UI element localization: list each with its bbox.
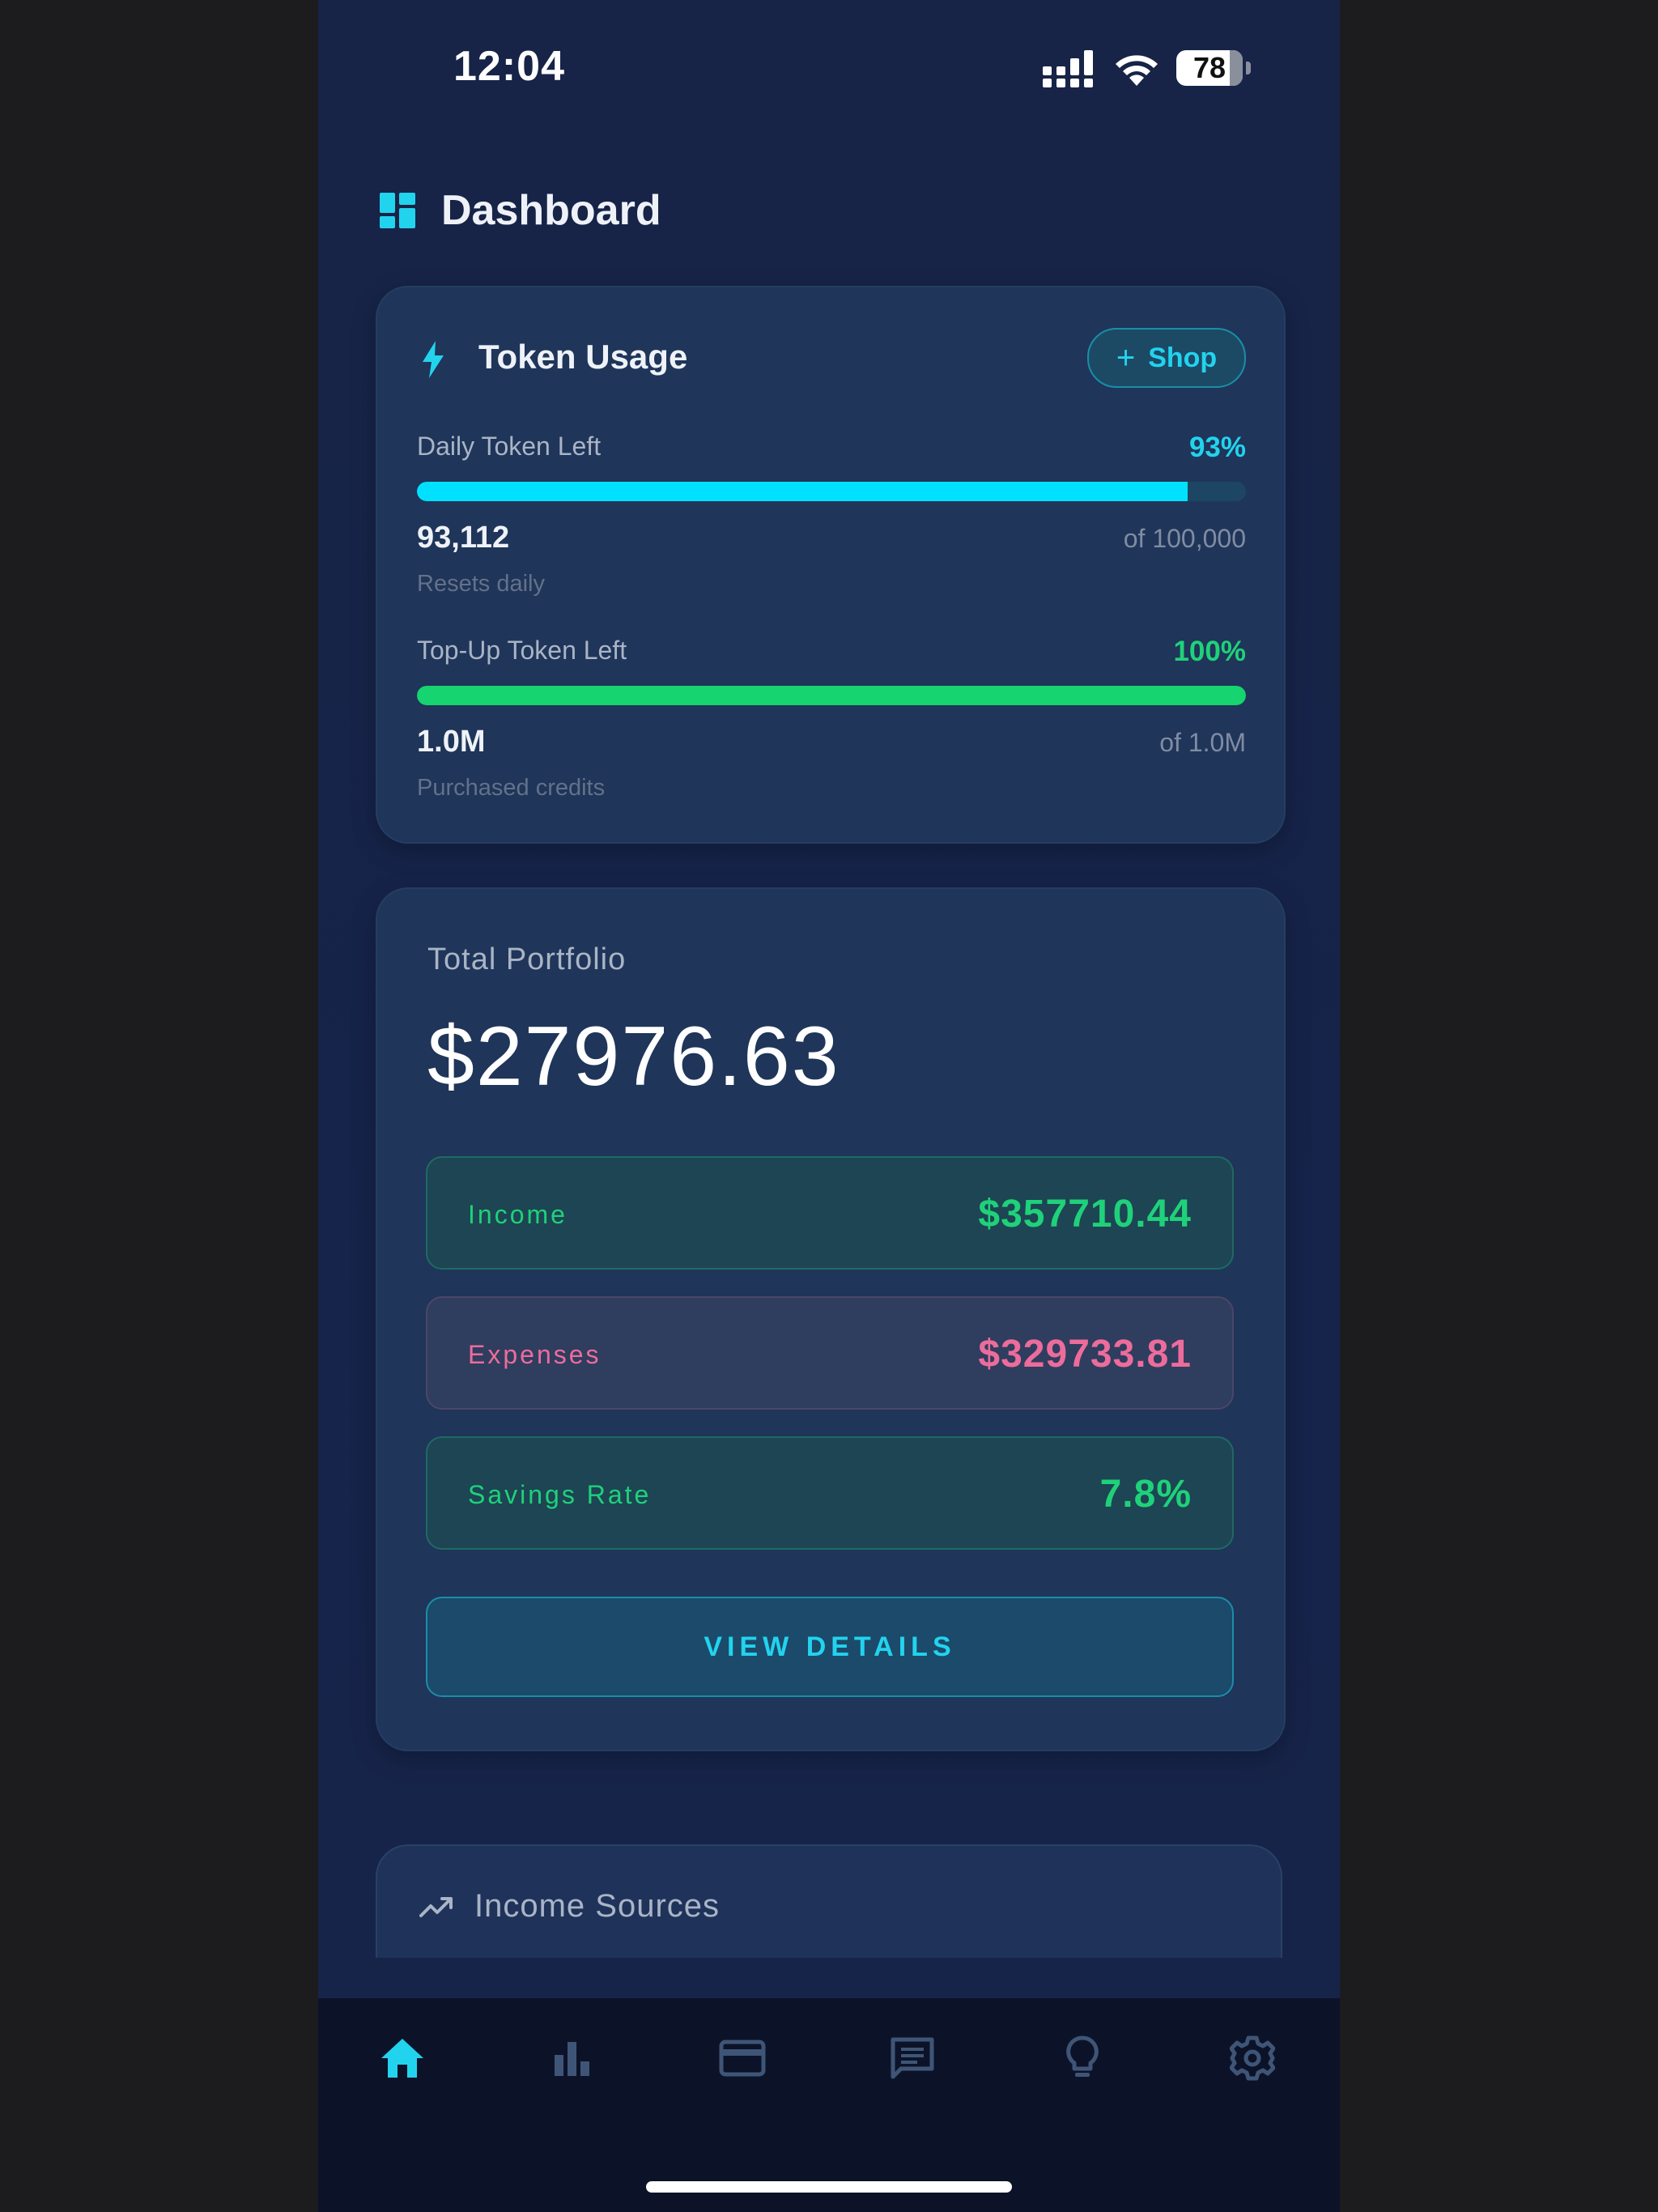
expenses-value: $329733.81 [978,1333,1192,1376]
topup-token-total: of 1.0M [1159,728,1246,757]
bottom-nav [318,1998,1340,2212]
token-usage-card: Token Usage + Shop Daily Token Left 93% … [376,286,1286,844]
topup-token-value: 1.0M [417,725,486,759]
home-icon [381,2039,423,2078]
topup-token-percent: 100% [1173,636,1246,667]
income-label: Income [468,1200,568,1229]
topup-token-label: Top-Up Token Left [417,636,627,665]
credit-card-icon [719,2040,766,2077]
nav-home[interactable] [376,2032,428,2084]
savings-rate-label: Savings Rate [468,1480,652,1509]
page-header: Dashboard [380,186,661,235]
wifi-icon [1116,55,1158,86]
view-details-button[interactable]: VIEW DETAILS [426,1597,1234,1697]
battery-icon: 78 [1176,50,1251,86]
income-stat: Income $357710.44 [426,1156,1234,1270]
chat-icon [891,2037,934,2079]
shop-button-label: Shop [1148,342,1218,373]
cellular-signal-icon [1043,50,1093,87]
status-time: 12:04 [453,43,565,90]
battery-level: 78 [1192,51,1226,84]
income-sources-title: Income Sources [474,1888,721,1924]
daily-token-progress [417,482,1246,501]
bolt-icon [423,341,444,378]
lightbulb-icon [1066,2035,1099,2077]
daily-token-label: Daily Token Left [417,432,602,461]
portfolio-value: $27976.63 [427,1010,840,1104]
savings-rate-value: 7.8% [1099,1473,1192,1516]
nav-cards[interactable] [716,2032,768,2084]
savings-rate-stat: Savings Rate 7.8% [426,1436,1234,1550]
nav-messages[interactable] [886,2032,938,2084]
portfolio-label: Total Portfolio [427,942,627,976]
expenses-label: Expenses [468,1340,602,1369]
nav-insights[interactable] [1056,2032,1108,2084]
portfolio-card: Total Portfolio $27976.63 Income $357710… [376,887,1286,1751]
topup-token-progress-fill [417,686,1246,705]
income-value: $357710.44 [978,1193,1192,1236]
daily-token-value: 93,112 [417,521,510,555]
nav-settings[interactable] [1226,2032,1278,2084]
income-sources-card[interactable]: Income Sources [376,1844,1282,1958]
daily-token-note: Resets daily [417,571,545,597]
settings-icon [1230,2035,1275,2081]
status-bar: 12:04 78 [318,0,1340,130]
topup-token-progress [417,686,1246,705]
shop-button[interactable]: + Shop [1087,328,1246,388]
expenses-stat: Expenses $329733.81 [426,1296,1234,1410]
daily-token-percent: 93% [1188,432,1246,463]
dashboard-icon [380,193,415,228]
bar-chart-icon [555,2042,589,2076]
phone-screen: 12:04 78 Dashboard Token Usage + Shop Da… [318,0,1340,2212]
plus-icon: + [1116,339,1136,376]
token-usage-title: Token Usage [478,338,688,376]
home-indicator [646,2181,1012,2193]
topup-token-note: Purchased credits [417,775,606,801]
page-title: Dashboard [441,187,661,234]
daily-token-progress-fill [417,482,1188,501]
trending-up-icon [419,1897,453,1917]
daily-token-total: of 100,000 [1123,524,1246,553]
nav-analytics[interactable] [546,2032,598,2084]
